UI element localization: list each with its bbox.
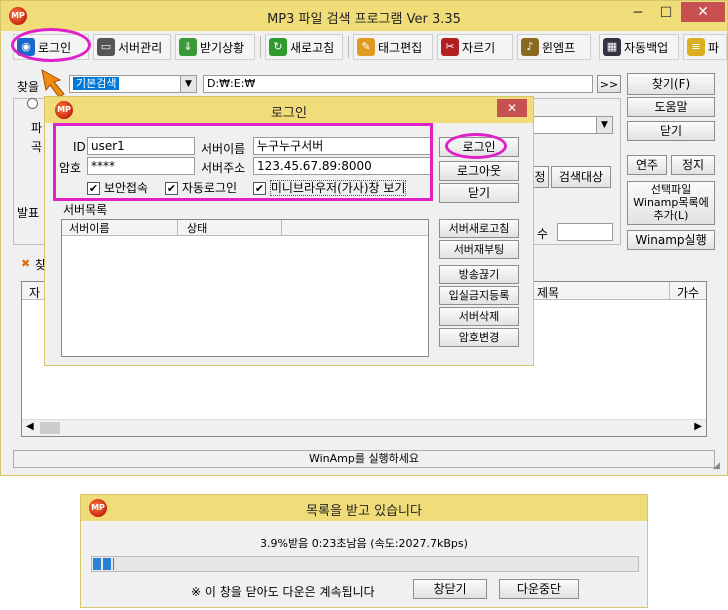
results-marker-icon: ✖ <box>21 257 31 270</box>
server-delete-button[interactable]: 서버삭제 <box>439 307 519 326</box>
search-mode-select[interactable]: 기본검색 ▼ <box>69 75 197 93</box>
toolbar-refresh-button[interactable]: ↻ 새로고침 <box>265 34 343 60</box>
pointer-arrow-icon <box>38 66 74 100</box>
stop-button[interactable]: 정지 <box>671 155 715 175</box>
progress-fill <box>93 558 114 570</box>
toolbar-server-manage-button[interactable]: ▭ 서버관리 <box>93 34 171 60</box>
toolbar-separator <box>348 36 349 58</box>
scroll-thumb[interactable] <box>40 422 60 434</box>
partial-label: 파 <box>31 121 43 135</box>
download-dialog: MP 목록을 받고 있습니다 3.9%받음 0:23초남음 (속도:2027.7… <box>80 494 648 608</box>
toolbar-winamp-button[interactable]: ♪ 윈엠프 <box>517 34 591 60</box>
download-notice: ※ 이 창을 닫아도 다운은 계속됩니다 <box>191 585 375 599</box>
search-label: 찾을 <box>17 80 40 94</box>
form-highlight-rect <box>53 123 433 201</box>
server-list-column-status[interactable]: 상태 <box>187 220 207 236</box>
maximize-icon[interactable]: ☐ <box>653 5 679 21</box>
radio-button[interactable] <box>27 98 38 109</box>
column-divider <box>281 220 282 236</box>
toolbar-tag-edit-button[interactable]: ✎ 태그편집 <box>353 34 433 60</box>
server-list-column-name[interactable]: 서버이름 <box>69 220 109 236</box>
broadcast-stop-button[interactable]: 방송끊기 <box>439 265 519 284</box>
server-icon: ▭ <box>97 38 115 56</box>
login-close-icon[interactable]: ✕ <box>497 99 527 117</box>
window-close-button[interactable]: 창닫기 <box>413 579 487 599</box>
scroll-left-icon[interactable]: ◀ <box>26 421 34 432</box>
chevron-down-icon: ▼ <box>180 76 196 92</box>
login-close-button[interactable]: 닫기 <box>439 183 519 203</box>
login-highlight-ring <box>11 28 91 62</box>
close-icon[interactable]: ✕ <box>681 2 725 22</box>
login-button-highlight-ring <box>445 133 507 159</box>
server-list-label: 서버목록 <box>63 203 108 217</box>
tag-icon: ✎ <box>357 38 375 56</box>
backup-icon: ▦ <box>603 38 621 56</box>
play-button[interactable]: 연주 <box>627 155 667 175</box>
find-button[interactable]: 찾기(F) <box>627 73 715 95</box>
download-stop-button[interactable]: 다운중단 <box>499 579 579 599</box>
column-header[interactable]: 자 <box>29 284 40 301</box>
winamp-icon: ♪ <box>521 38 539 56</box>
toolbar-cut-button[interactable]: ✂ 자르기 <box>437 34 513 60</box>
path-field[interactable]: D:₩:E:₩ <box>203 75 593 93</box>
count-field[interactable] <box>557 223 613 241</box>
search-target-button[interactable]: 검색대상 <box>551 166 611 188</box>
server-reboot-button[interactable]: 서버재부팅 <box>439 240 519 259</box>
download-title: 목록을 받고 있습니다 <box>306 504 422 519</box>
toolbar-auto-backup-button[interactable]: ▦ 자동백업 <box>599 34 679 60</box>
path-nav-button[interactable]: >> <box>597 75 621 93</box>
file-icon: ≡ <box>687 38 705 56</box>
download-progress-bar <box>91 556 639 572</box>
toolbar-separator <box>260 36 261 58</box>
download-icon: ⇓ <box>179 38 197 56</box>
column-header-artist[interactable]: 가수 <box>677 284 699 301</box>
winamp-add-button[interactable]: 선택파일 Winamp목록에 추가(L) <box>627 181 715 225</box>
chevron-down-icon: ▼ <box>596 117 612 133</box>
winamp-run-button[interactable]: Winamp실행 <box>627 230 715 250</box>
minimize-icon[interactable]: ─ <box>625 5 651 21</box>
login-dialog: MP 로그인 ✕ ID user1 암호 **** 서버이름 누구누구서버 서버… <box>44 96 534 366</box>
entry-ban-button[interactable]: 입실금지등록 <box>439 286 519 305</box>
column-divider <box>177 220 178 236</box>
refresh-icon: ↻ <box>269 38 287 56</box>
change-password-button[interactable]: 암호변경 <box>439 328 519 347</box>
server-refresh-button[interactable]: 서버새로고침 <box>439 219 519 238</box>
scroll-right-icon[interactable]: ▶ <box>694 421 702 432</box>
partial-label: 곡 <box>31 140 43 154</box>
horizontal-scrollbar[interactable]: ◀ ▶ <box>22 419 706 436</box>
option-select[interactable]: ▼ <box>531 116 613 134</box>
cut-icon: ✂ <box>441 38 459 56</box>
toolbar-download-status-button[interactable]: ⇓ 받기상황 <box>175 34 255 60</box>
toolbar-file-button[interactable]: ≡ 파 <box>683 34 727 60</box>
logout-button[interactable]: 로그아웃 <box>439 161 519 181</box>
server-list-header <box>62 220 428 236</box>
download-status-text: 3.9%받음 0:23초남음 (속도:2027.7kBps) <box>260 537 468 550</box>
help-button[interactable]: 도움말 <box>627 97 715 117</box>
close-button[interactable]: 닫기 <box>627 121 715 141</box>
server-list[interactable] <box>61 219 429 357</box>
partial-label: 발표 <box>17 206 40 220</box>
status-bar: WinAmp를 실행하세요 <box>13 450 715 468</box>
column-divider <box>669 282 670 300</box>
main-title: MP3 파일 검색 프로그램 Ver 3.35 <box>267 12 461 27</box>
hidden-label: 수 <box>537 227 549 241</box>
column-header-title[interactable]: 제목 <box>537 284 559 301</box>
login-title: 로그인 <box>271 106 307 121</box>
resize-grip-icon[interactable]: ◢ <box>713 461 720 471</box>
